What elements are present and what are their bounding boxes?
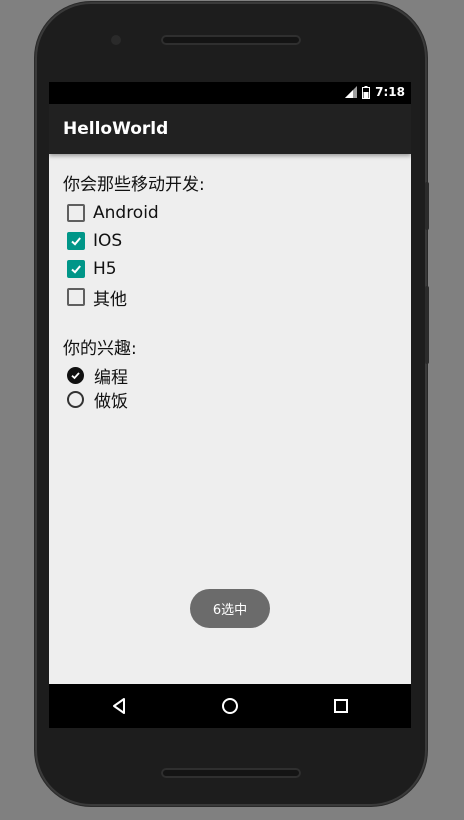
checkbox-box[interactable] [67,232,85,250]
status-bar: 7:18 [49,82,411,104]
power-button [425,286,429,364]
toast-message: 6选中 [190,589,270,628]
bottom-speaker [161,768,301,778]
checkbox-label: IOS [93,231,123,251]
status-time: 7:18 [375,85,405,99]
checkbox-label: 其他 [93,289,127,310]
front-camera [111,35,121,45]
back-icon[interactable] [109,696,129,716]
radio-button[interactable] [67,390,84,408]
app-title: HelloWorld [63,119,169,139]
check-icon [71,265,81,274]
screen: 7:18 HelloWorld 你会那些移动开发: Android IOS H5… [49,82,411,728]
navigation-bar [49,684,411,728]
check-icon [71,371,80,379]
checkbox-box[interactable] [67,204,85,222]
checkbox-box[interactable] [67,288,85,306]
volume-button [425,182,429,230]
battery-icon [362,85,371,99]
recents-icon[interactable] [331,696,351,716]
home-icon[interactable] [220,696,240,716]
app-bar: HelloWorld [49,104,411,154]
mobile-question-label: 你会那些移动开发: [63,175,205,195]
radio-label: 编程 [94,367,128,388]
checkbox-android[interactable]: Android [67,200,159,226]
checkbox-label: Android [93,203,159,223]
checkbox-label: H5 [93,259,117,279]
interest-question-label: 你的兴趣: [63,339,137,359]
checkbox-ios[interactable]: IOS [67,228,122,254]
radio-button[interactable] [67,366,84,384]
radio-label: 做饭 [94,391,128,412]
toast-text: 6选中 [212,603,248,618]
radio-cooking[interactable]: 做饭 [67,386,128,412]
checkbox-box[interactable] [67,260,85,278]
check-icon [71,237,81,246]
top-speaker [161,35,301,45]
checkbox-other[interactable]: 其他 [67,284,127,310]
signal-icon [345,86,358,98]
checkbox-h5[interactable]: H5 [67,256,117,282]
radio-programming[interactable]: 编程 [67,362,128,388]
